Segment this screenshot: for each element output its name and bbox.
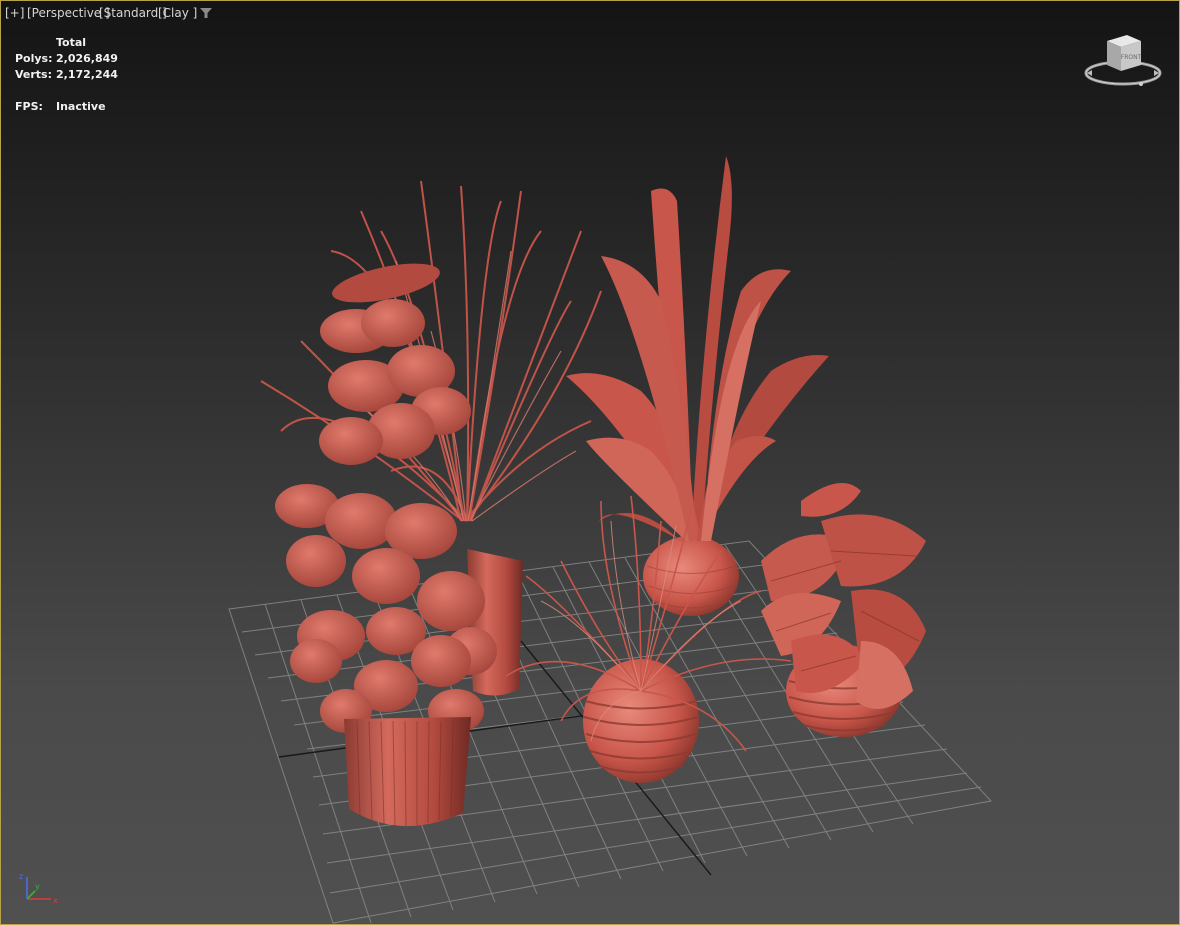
- plant-round-leaf[interactable]: [275, 256, 497, 827]
- stats-verts-row: Verts: 2,172,244: [15, 68, 135, 82]
- stats-verts-value: 2,172,244: [56, 68, 118, 81]
- axis-z-label: z: [19, 872, 23, 881]
- viewport-shading-label[interactable]: [Clay ]: [158, 5, 197, 21]
- stats-polys-row: Polys: 2,026,849: [15, 52, 135, 66]
- stats-fps-value: Inactive: [56, 100, 106, 113]
- axis-x-label: x: [53, 896, 58, 905]
- viewport-point-of-view-label[interactable]: [Perspective ]: [27, 5, 110, 21]
- viewcube-face-label: FRONT: [1121, 54, 1142, 61]
- axis-y-label: y: [35, 882, 40, 891]
- stats-polys-label: Polys:: [15, 52, 53, 65]
- stats-fps-label: FPS:: [15, 100, 43, 113]
- scene-render[interactable]: [1, 1, 1179, 924]
- plant-monstera[interactable]: [761, 483, 926, 737]
- stats-fps-row: FPS: Inactive: [15, 100, 135, 114]
- stats-header: Total: [56, 36, 87, 49]
- plant-palm[interactable]: [505, 495, 792, 783]
- axis-tripod-icon: x y z: [19, 872, 58, 905]
- viewcube-icon[interactable]: FRONT: [1083, 31, 1163, 93]
- viewport-menu-button[interactable]: [+]: [5, 5, 24, 21]
- stats-verts-label: Verts:: [15, 68, 53, 81]
- viewport-performance-label[interactable]: [Standard ]: [99, 5, 167, 21]
- perspective-viewport[interactable]: [+] [Perspective ] [Standard ] [Clay ] T…: [0, 0, 1180, 925]
- stats-polys-value: 2,026,849: [56, 52, 118, 65]
- filter-icon[interactable]: [199, 7, 213, 19]
